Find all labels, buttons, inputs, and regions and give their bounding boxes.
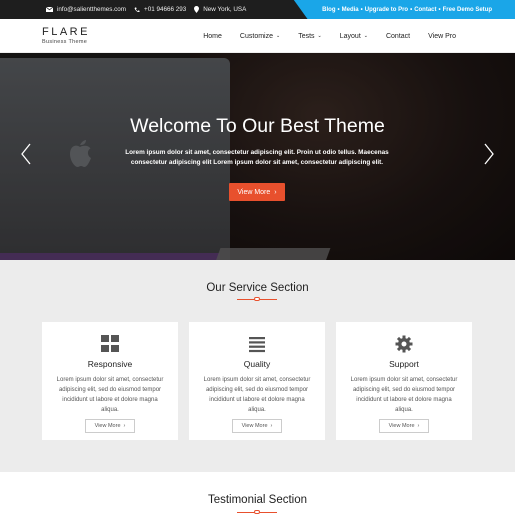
testimonial-title: Testimonial Section xyxy=(207,494,308,506)
card-title: Quality xyxy=(243,359,271,369)
email-text: info@salientthemes.com xyxy=(57,6,127,13)
button-label: View More xyxy=(94,423,121,429)
top-bar: info@salientthemes.com +01 94666 293 New… xyxy=(0,0,515,19)
hero-slider: Welcome To Our Best Theme Lorem ipsum do… xyxy=(0,53,515,260)
view-more-button[interactable]: View More › xyxy=(379,419,429,433)
testimonial-section: Testimonial Section xyxy=(0,472,515,515)
main-nav: Home Customize ⌄ Tests ⌄ Layout ⌄ Contact V… xyxy=(194,19,465,53)
button-label: View More xyxy=(388,423,415,429)
nav-item-contact[interactable]: Contact xyxy=(377,33,419,40)
chevron-down-icon: ⌄ xyxy=(276,33,281,39)
location-item: New York, USA xyxy=(194,6,246,13)
chevron-right-icon: › xyxy=(274,188,277,196)
button-label: View More xyxy=(241,423,268,429)
logo-name: FLARE xyxy=(42,26,90,38)
card-text: Lorem ipsum dolor sit amet, consectetur … xyxy=(56,377,164,413)
envelope-icon xyxy=(46,7,53,12)
nav-label: Layout xyxy=(339,32,361,40)
nav-label: Tests xyxy=(298,32,315,40)
topbar-link-upgrade[interactable]: Upgrade to Pro xyxy=(365,7,408,13)
view-more-button[interactable]: View More › xyxy=(85,419,135,433)
logo-tagline: Business Theme xyxy=(42,39,88,45)
phone-item[interactable]: +01 94666 293 xyxy=(134,6,186,13)
nav-item-home[interactable]: Home xyxy=(194,33,231,40)
chevron-right-icon: › xyxy=(417,423,420,429)
separator: • xyxy=(337,6,340,13)
card-text: Lorem ipsum dolor sit amet, consectetur … xyxy=(203,377,311,413)
hero-view-more-button[interactable]: View More › xyxy=(229,183,285,201)
service-card-support: Support Lorem ipsum dolor sit amet, cons… xyxy=(336,322,472,440)
slider-prev-arrow-icon[interactable] xyxy=(20,143,32,165)
contact-info: info@salientthemes.com +01 94666 293 New… xyxy=(46,0,246,19)
topbar-link-blog[interactable]: Blog xyxy=(322,7,335,13)
phone-icon xyxy=(134,7,140,12)
section-divider xyxy=(237,297,277,301)
nav-label: Contact xyxy=(385,32,411,40)
slider-next-arrow-icon[interactable] xyxy=(483,143,495,165)
site-logo[interactable]: FLARE Business Theme xyxy=(42,26,90,46)
separator: • xyxy=(360,6,363,13)
site-header: FLARE Business Theme Home Customize ⌄ Tes… xyxy=(0,19,515,53)
nav-label: Home xyxy=(203,32,222,40)
nav-item-layout[interactable]: Layout ⌄ xyxy=(331,33,377,40)
separator: • xyxy=(438,6,441,13)
location-text: New York, USA xyxy=(203,6,247,13)
service-card-responsive: Responsive Lorem ipsum dolor sit amet, c… xyxy=(42,322,178,440)
nav-item-customize[interactable]: Customize ⌄ xyxy=(231,33,289,40)
chevron-down-icon: ⌄ xyxy=(363,33,368,39)
email-item[interactable]: info@salientthemes.com xyxy=(46,6,126,13)
map-marker-icon xyxy=(194,6,200,13)
topbar-links: Blog • Media • Upgrade to Pro • Contact … xyxy=(293,0,515,19)
topbar-link-media[interactable]: Media xyxy=(342,7,359,13)
chevron-down-icon: ⌄ xyxy=(317,33,322,39)
card-title: Responsive xyxy=(87,359,133,369)
nav-item-tests[interactable]: Tests ⌄ xyxy=(289,33,331,40)
topbar-link-contact[interactable]: Contact xyxy=(414,7,436,13)
topbar-link-demo[interactable]: Free Demo Setup xyxy=(443,7,492,13)
phone-text: +01 94666 293 xyxy=(144,6,187,13)
bars-icon xyxy=(249,337,265,353)
services-title: Our Service Section xyxy=(206,282,309,294)
gear-icon xyxy=(395,335,413,353)
view-more-button[interactable]: View More › xyxy=(232,419,282,433)
nav-label: Customize xyxy=(239,32,273,40)
hero-text: Lorem ipsum dolor sit amet, consectetur … xyxy=(125,149,389,166)
chevron-right-icon: › xyxy=(123,423,126,429)
chevron-right-icon: › xyxy=(270,423,273,429)
separator: • xyxy=(410,6,413,13)
nav-label: View Pro xyxy=(428,32,456,40)
card-text: Lorem ipsum dolor sit amet, consectetur … xyxy=(350,377,458,413)
section-divider xyxy=(237,510,277,514)
service-card-quality: Quality Lorem ipsum dolor sit amet, cons… xyxy=(189,322,325,440)
nav-item-view-pro[interactable]: View Pro xyxy=(419,33,465,40)
grid-icon xyxy=(101,335,119,352)
hero-title: Welcome To Our Best Theme xyxy=(130,115,385,137)
button-label: View More xyxy=(237,188,271,196)
card-title: Support xyxy=(389,359,419,369)
services-section: Our Service Section Responsive Lorem ips… xyxy=(0,260,515,472)
